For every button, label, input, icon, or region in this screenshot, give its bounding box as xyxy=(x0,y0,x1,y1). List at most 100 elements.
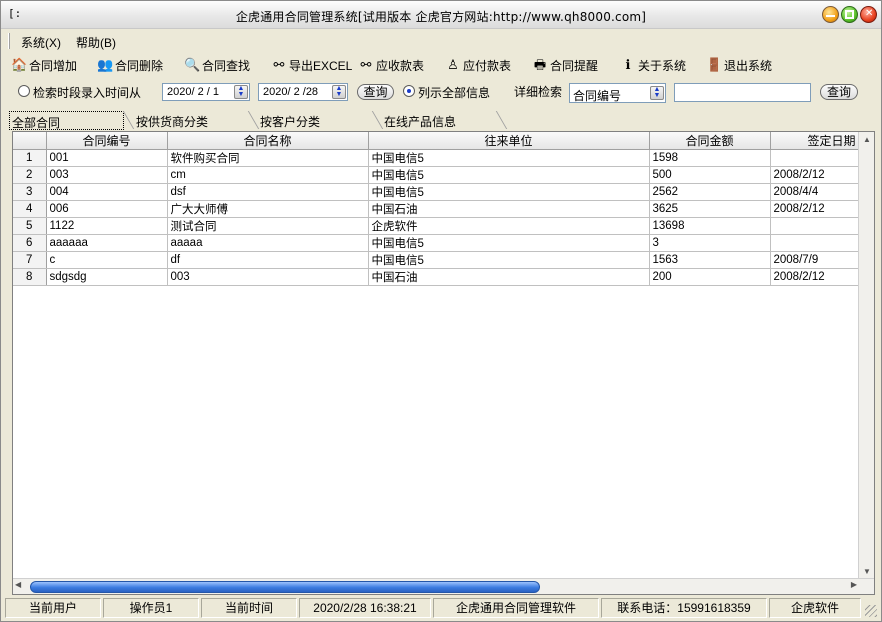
detail-field-select[interactable]: 合同编号 ▲ ▼ xyxy=(569,83,666,103)
scroll-right-icon[interactable]: ▶ xyxy=(851,580,857,589)
by-time-radio[interactable] xyxy=(18,85,30,97)
cell-sign-date[interactable] xyxy=(770,234,860,252)
cell-amount[interactable]: 3625 xyxy=(649,200,771,218)
detail-field-value: 合同编号 xyxy=(573,89,622,103)
cell-partner[interactable]: 企虎软件 xyxy=(368,217,650,235)
maximize-button[interactable] xyxy=(841,6,858,23)
query2-button[interactable]: 查询 xyxy=(820,84,858,100)
detail-search-input[interactable] xyxy=(674,83,811,102)
cell-contract-id[interactable]: 003 xyxy=(46,166,168,184)
cell-contract-name[interactable]: 003 xyxy=(167,268,369,286)
cell-contract-name[interactable]: df xyxy=(167,251,369,269)
payables-button[interactable]: ♙ 应付款表 xyxy=(445,56,511,74)
menu-help[interactable]: 帮助(B) xyxy=(76,34,116,51)
cell-partner[interactable]: 中国电信5 xyxy=(368,251,650,269)
query-button[interactable]: 查询 xyxy=(357,84,394,100)
receivables-button[interactable]: ⚯ 应收款表 xyxy=(358,56,424,74)
contract-reminder-button[interactable]: 🖶 合同提醒 xyxy=(532,56,598,74)
cell-contract-id[interactable]: aaaaaa xyxy=(46,234,168,252)
column-header[interactable]: 往来单位 xyxy=(368,132,650,150)
horizontal-scroll-thumb[interactable] xyxy=(30,581,540,593)
cell-amount[interactable]: 500 xyxy=(649,166,771,184)
row-number: 6 xyxy=(13,234,47,252)
cell-contract-id[interactable]: 004 xyxy=(46,183,168,201)
tab-by-supplier[interactable]: 按供货商分类 xyxy=(134,111,249,130)
cell-amount[interactable]: 200 xyxy=(649,268,771,286)
export-excel-button[interactable]: ⚯ 导出EXCEL xyxy=(271,56,353,74)
cell-contract-name[interactable]: dsf xyxy=(167,183,369,201)
contract-table[interactable]: 合同编号 合同名称 往来单位 合同金额 签定日期 1 001 软件购买合同 中国… xyxy=(12,131,875,595)
cell-sign-date[interactable] xyxy=(770,217,860,235)
contract-reminder-label: 合同提醒 xyxy=(550,58,599,73)
cell-partner[interactable]: 中国石油 xyxy=(368,268,650,286)
cell-contract-name[interactable]: 软件购买合同 xyxy=(167,149,369,167)
cell-sign-date[interactable]: 2008/2/12 xyxy=(770,166,860,184)
cell-amount[interactable]: 1598 xyxy=(649,149,771,167)
date-to-spin-icon[interactable]: ▲ ▼ xyxy=(332,85,346,99)
cell-partner[interactable]: 中国电信5 xyxy=(368,166,650,184)
about-button[interactable]: ℹ 关于系统 xyxy=(620,56,687,74)
dropdown-arrow-icon[interactable]: ▲ ▼ xyxy=(650,86,664,100)
status-time-label: 当前时间 xyxy=(201,598,297,618)
date-to-picker[interactable]: 2020/ 2 /28 ▲ ▼ xyxy=(258,83,348,101)
find-contract-button[interactable]: 🔍 合同查找 xyxy=(184,56,250,74)
row-number: 1 xyxy=(13,149,47,167)
table-row[interactable]: 5 1122 测试合同 企虎软件 13698 xyxy=(13,217,860,235)
cell-contract-id[interactable]: 001 xyxy=(46,149,168,167)
cell-partner[interactable]: 中国石油 xyxy=(368,200,650,218)
cell-contract-name[interactable]: aaaaa xyxy=(167,234,369,252)
date-from-spin-icon[interactable]: ▲ ▼ xyxy=(234,85,248,99)
cell-contract-name[interactable]: 广大大师傅 xyxy=(167,200,369,218)
column-header[interactable]: 合同名称 xyxy=(167,132,369,150)
cell-contract-id[interactable]: c xyxy=(46,251,168,269)
table-row[interactable]: 6 aaaaaa aaaaa 中国电信5 3 xyxy=(13,234,860,252)
list-all-radio[interactable] xyxy=(403,85,415,97)
cell-partner[interactable]: 中国电信5 xyxy=(368,183,650,201)
minimize-button[interactable] xyxy=(822,6,839,23)
cell-amount[interactable]: 3 xyxy=(649,234,771,252)
tab-all-contracts[interactable]: 全部合同 xyxy=(9,111,124,130)
table-row[interactable]: 2 003 cm 中国电信5 500 2008/2/12 xyxy=(13,166,860,184)
cell-contract-id[interactable]: sdgsdg xyxy=(46,268,168,286)
add-contract-button[interactable]: 🏠 合同增加 xyxy=(11,56,77,74)
cell-partner[interactable]: 中国电信5 xyxy=(368,149,650,167)
cell-sign-date[interactable]: 2008/4/4 xyxy=(770,183,860,201)
cell-contract-id[interactable]: 006 xyxy=(46,200,168,218)
delete-contract-button[interactable]: 👥 合同删除 xyxy=(97,56,163,74)
table-row[interactable]: 7 c df 中国电信5 1563 2008/7/9 xyxy=(13,251,860,269)
tab-by-customer[interactable]: 按客户分类 xyxy=(258,111,373,130)
cell-amount[interactable]: 2562 xyxy=(649,183,771,201)
cell-sign-date[interactable] xyxy=(770,149,860,167)
resize-grip-icon[interactable] xyxy=(865,605,877,617)
maximize-icon xyxy=(845,10,854,19)
close-button[interactable]: ✕ xyxy=(860,6,877,23)
horizontal-scrollbar[interactable]: ◀ ▶ xyxy=(13,578,874,594)
column-header[interactable]: 签定日期 xyxy=(770,132,860,150)
scroll-left-icon[interactable]: ◀ xyxy=(15,580,21,589)
exit-button[interactable]: 🚪 退出系统 xyxy=(706,56,772,74)
cell-sign-date[interactable]: 2008/2/12 xyxy=(770,268,860,286)
cell-sign-date[interactable]: 2008/7/9 xyxy=(770,251,860,269)
tab-online-products[interactable]: 在线产品信息 xyxy=(382,111,497,130)
scroll-up-icon[interactable]: ▲ xyxy=(860,133,874,147)
scroll-down-icon[interactable]: ▼ xyxy=(860,565,874,579)
vertical-scrollbar[interactable]: ▲ ▼ xyxy=(858,132,874,580)
cell-contract-name[interactable]: cm xyxy=(167,166,369,184)
cell-partner[interactable]: 中国电信5 xyxy=(368,234,650,252)
cell-contract-name[interactable]: 测试合同 xyxy=(167,217,369,235)
column-header[interactable]: 合同金额 xyxy=(649,132,771,150)
table-row[interactable]: 8 sdgsdg 003 中国石油 200 2008/2/12 xyxy=(13,268,860,286)
cell-amount[interactable]: 13698 xyxy=(649,217,771,235)
table-row[interactable]: 1 001 软件购买合同 中国电信5 1598 xyxy=(13,149,860,167)
row-number: 5 xyxy=(13,217,47,235)
cell-amount[interactable]: 1563 xyxy=(649,251,771,269)
table-row[interactable]: 3 004 dsf 中国电信5 2562 2008/4/4 xyxy=(13,183,860,201)
menu-system[interactable]: 系统(X) xyxy=(21,34,61,51)
title-bar[interactable]: [: 企虎通用合同管理系统[试用版本 企虎官方网站:http://www.qh8… xyxy=(1,1,881,29)
table-row[interactable]: 4 006 广大大师傅 中国石油 3625 2008/2/12 xyxy=(13,200,860,218)
date-from-picker[interactable]: 2020/ 2 / 1 ▲ ▼ xyxy=(162,83,250,101)
cell-contract-id[interactable]: 1122 xyxy=(46,217,168,235)
minimize-icon xyxy=(826,10,835,17)
column-header[interactable]: 合同编号 xyxy=(46,132,168,150)
cell-sign-date[interactable]: 2008/2/12 xyxy=(770,200,860,218)
